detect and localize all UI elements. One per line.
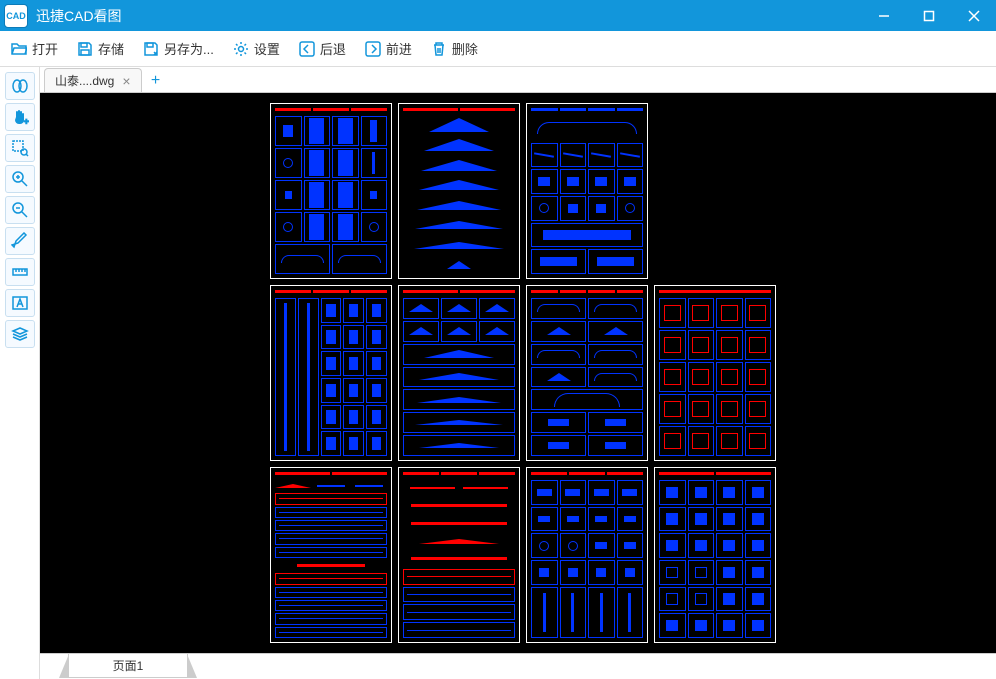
layers-tool[interactable]: [5, 320, 35, 348]
forward-label: 前进: [386, 39, 412, 58]
zoom-in-tool[interactable]: [5, 165, 35, 193]
app-title: 迅捷CAD看图: [36, 6, 861, 26]
cad-sheet: [398, 285, 520, 461]
cad-sheet: [526, 467, 648, 643]
workspace: + 山泰....dwg × +: [0, 67, 996, 679]
save-as-icon: [142, 40, 160, 58]
text-tool[interactable]: [5, 289, 35, 317]
main-toolbar: 打开 存储 另存为... 设置 后退 前进 删除: [0, 31, 996, 67]
open-button[interactable]: 打开: [5, 36, 63, 61]
cad-sheet: [654, 467, 776, 643]
svg-text:+: +: [24, 117, 29, 126]
file-tab[interactable]: 山泰....dwg ×: [44, 68, 142, 92]
new-tab-button[interactable]: +: [144, 70, 168, 92]
cad-sheet: [526, 103, 648, 279]
arrow-left-icon: [298, 40, 316, 58]
region-zoom-tool[interactable]: [5, 134, 35, 162]
app-logo-icon: CAD: [4, 4, 28, 28]
save-icon: [76, 40, 94, 58]
titlebar: CAD 迅捷CAD看图: [0, 0, 996, 31]
measure-tool[interactable]: [5, 258, 35, 286]
save-as-label: 另存为...: [164, 39, 214, 58]
cad-sheet: [398, 103, 520, 279]
file-tab-label: 山泰....dwg: [55, 72, 114, 89]
cad-sheet: [526, 285, 648, 461]
forward-button[interactable]: 前进: [359, 36, 417, 61]
trash-icon: [430, 40, 448, 58]
cad-sheet: [270, 103, 392, 279]
sheet-tab[interactable]: 页面1: [68, 654, 188, 678]
fit-view-tool[interactable]: [5, 72, 35, 100]
pan-tool[interactable]: +: [5, 103, 35, 131]
settings-label: 设置: [254, 39, 280, 58]
cad-sheet: [270, 467, 392, 643]
cad-sheet: [398, 467, 520, 643]
zoom-out-tool[interactable]: [5, 196, 35, 224]
delete-label: 删除: [452, 39, 478, 58]
maximize-button[interactable]: [906, 0, 951, 31]
minimize-button[interactable]: [861, 0, 906, 31]
arrow-right-icon: [364, 40, 382, 58]
tool-sidebar: +: [0, 67, 40, 679]
pencil-tool[interactable]: [5, 227, 35, 255]
save-label: 存储: [98, 39, 124, 58]
open-label: 打开: [32, 39, 58, 58]
cad-sheet: [654, 285, 776, 461]
delete-button[interactable]: 删除: [425, 36, 483, 61]
drawing-canvas[interactable]: [40, 93, 996, 653]
sheet-tabs: 页面1: [40, 653, 996, 679]
tab-close-icon[interactable]: ×: [122, 73, 130, 89]
back-button[interactable]: 后退: [293, 36, 351, 61]
main-area: 山泰....dwg × +: [40, 67, 996, 679]
save-button[interactable]: 存储: [71, 36, 129, 61]
close-button[interactable]: [951, 0, 996, 31]
settings-button[interactable]: 设置: [227, 36, 285, 61]
gear-icon: [232, 40, 250, 58]
sheet-tab-label: 页面1: [113, 657, 144, 674]
back-label: 后退: [320, 39, 346, 58]
folder-open-icon: [10, 40, 28, 58]
save-as-button[interactable]: 另存为...: [137, 36, 219, 61]
file-tabs: 山泰....dwg × +: [40, 67, 996, 93]
cad-sheet: [270, 285, 392, 461]
